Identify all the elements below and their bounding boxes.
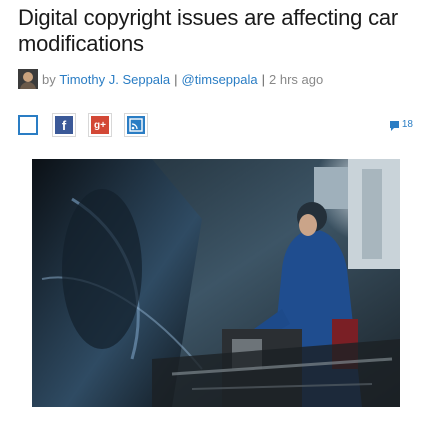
mechanic-car-engine-photo — [32, 159, 400, 407]
author-avatar[interactable] — [18, 69, 38, 89]
facebook-icon: f — [55, 116, 73, 134]
author-name-link[interactable]: Timothy J. Seppala — [59, 72, 170, 87]
bookmark-icon[interactable] — [18, 115, 38, 135]
comment-count: 18 — [401, 119, 413, 130]
article-title[interactable]: Digital copyright issues are affecting c… — [18, 5, 418, 57]
google-plus-icon: g+ — [91, 116, 109, 134]
author-handle-link[interactable]: @timseppala — [182, 72, 258, 87]
hero-image[interactable] — [32, 159, 400, 407]
comments-link[interactable]: 18 — [389, 119, 413, 131]
google-plus-share-button[interactable]: g+ — [88, 113, 112, 137]
rss-icon — [127, 116, 145, 134]
timestamp: 2 hrs ago — [269, 71, 324, 87]
byline-separator: | — [174, 71, 178, 87]
share-bar: f g+ — [18, 113, 413, 137]
byline-separator-2: | — [261, 71, 266, 87]
byline: by Timothy J. Seppala | @timseppala | 2 … — [18, 69, 323, 89]
facebook-share-button[interactable]: f — [52, 113, 76, 137]
comment-icon — [389, 121, 399, 131]
byline-prefix: by — [42, 71, 56, 87]
rss-share-button[interactable] — [124, 113, 148, 137]
article: Digital copyright issues are affecting c… — [0, 0, 435, 424]
